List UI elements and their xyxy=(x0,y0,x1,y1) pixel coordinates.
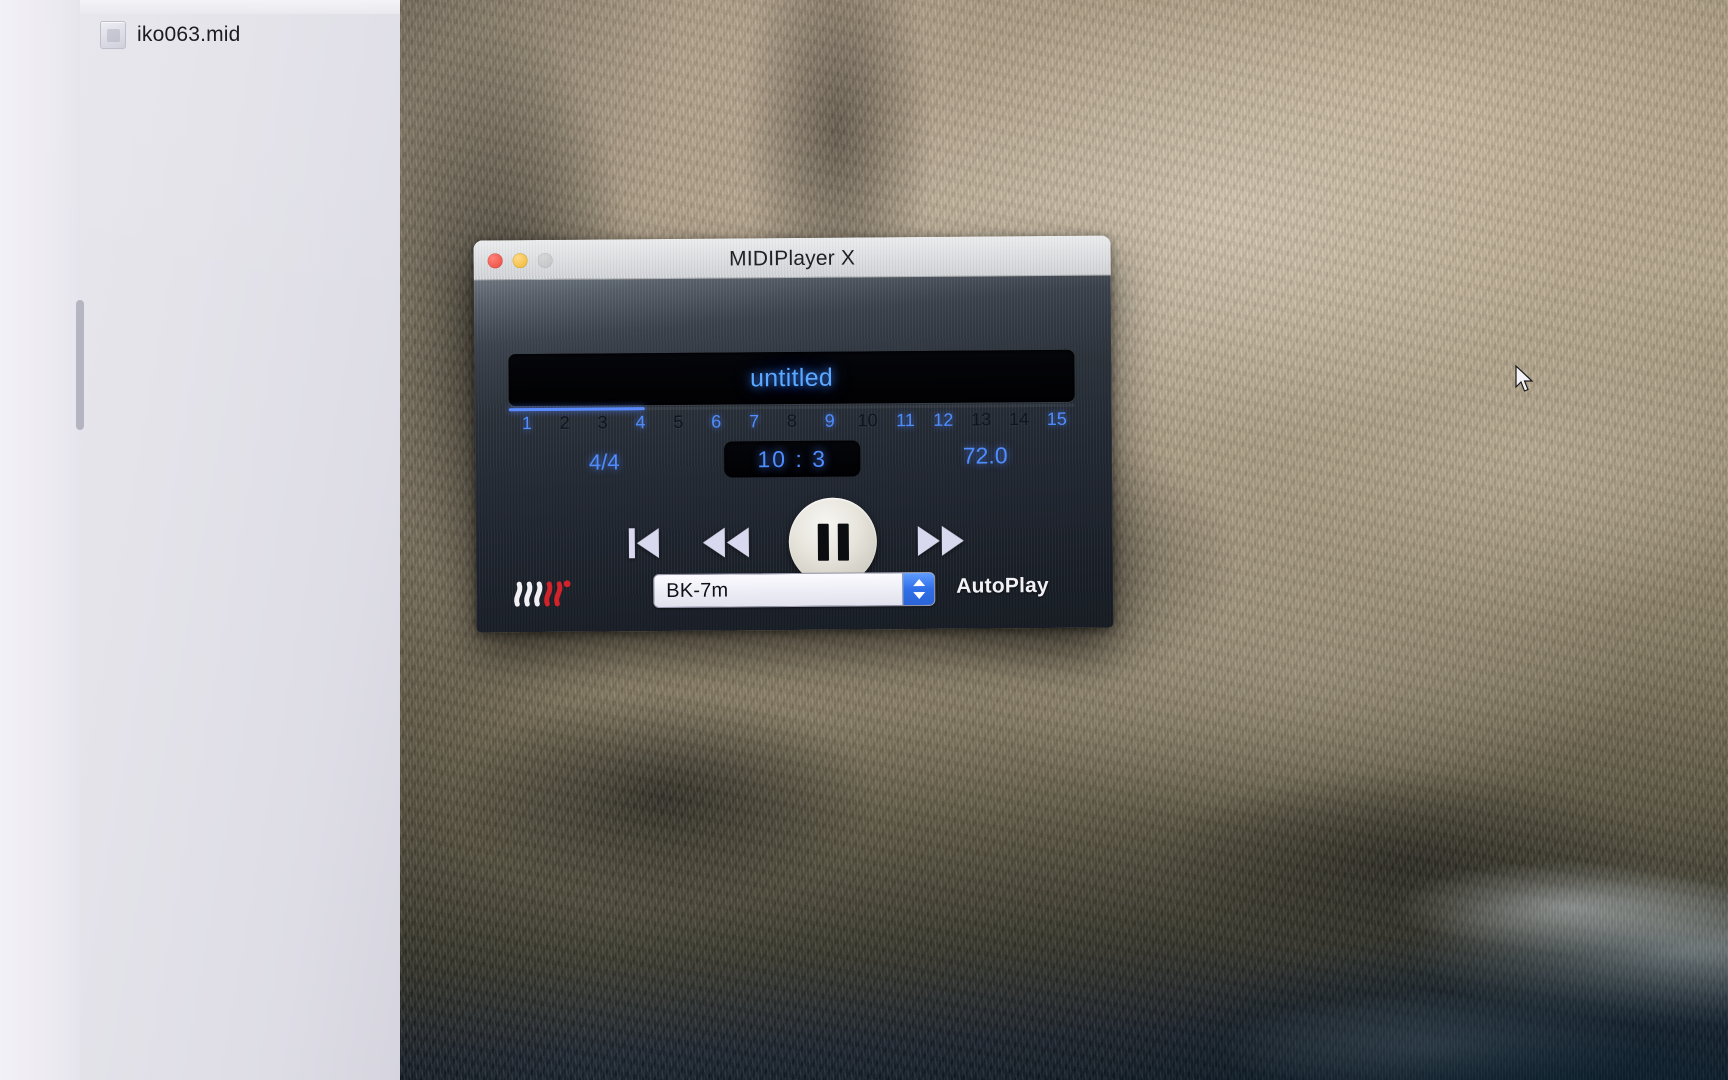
finder-sidebar xyxy=(0,0,80,1080)
measure-marker-13[interactable]: 13 xyxy=(964,409,998,430)
song-title-display[interactable]: untitled xyxy=(508,349,1075,407)
position-display[interactable]: 10 : 3 xyxy=(724,440,861,478)
measure-marker-7[interactable]: 7 xyxy=(737,411,771,432)
midiplayer-window[interactable]: MIDIPlayer X untitled 1 2 3 4 5 6 7 8 9 10 11 12 13 1… xyxy=(473,235,1114,633)
progress-fill xyxy=(508,407,645,412)
midiplayer-body: untitled 1 2 3 4 5 6 7 8 9 10 11 12 13 14 15 4/4 10 : … xyxy=(473,275,1114,633)
midiplayer-brand-logo-icon xyxy=(512,576,572,610)
file-name-label: iko063.mid xyxy=(137,23,241,46)
measure-marker-10[interactable]: 10 xyxy=(851,410,885,431)
measure-marker-1[interactable]: 1 xyxy=(510,413,544,434)
position-text: 10 : 3 xyxy=(757,445,828,472)
midiplayer-bottom-bar: BK-7m AutoPlay xyxy=(476,553,1114,632)
tempo-display: 72.0 xyxy=(962,442,1008,469)
measure-ruler[interactable]: 1 2 3 4 5 6 7 8 9 10 11 12 13 14 15 xyxy=(509,409,1075,443)
midi-file-icon xyxy=(100,21,126,49)
measure-marker-5[interactable]: 5 xyxy=(661,412,695,433)
time-signature-display: 4/4 xyxy=(588,449,620,475)
measure-marker-15[interactable]: 15 xyxy=(1040,409,1074,430)
song-title-text: untitled xyxy=(749,363,834,392)
measure-marker-6[interactable]: 6 xyxy=(699,411,733,432)
chevron-updown-icon[interactable] xyxy=(902,572,935,606)
window-title: MIDIPlayer X xyxy=(728,246,856,271)
measure-marker-9[interactable]: 9 xyxy=(813,411,847,432)
measure-marker-12[interactable]: 12 xyxy=(926,410,960,431)
autoplay-label[interactable]: AutoPlay xyxy=(956,574,1096,599)
measure-marker-8[interactable]: 8 xyxy=(775,411,809,432)
finder-window[interactable]: iko063.mid xyxy=(0,0,400,1080)
measure-marker-2[interactable]: 2 xyxy=(548,413,582,434)
mouse-pointer-icon xyxy=(1515,364,1537,400)
measure-marker-3[interactable]: 3 xyxy=(586,412,620,433)
list-item[interactable]: iko063.mid xyxy=(100,18,390,52)
window-titlebar[interactable]: MIDIPlayer X xyxy=(473,235,1111,281)
monitor-screen: iko063.mid MIDIPlayer X untitled 1234567… xyxy=(0,0,1728,1080)
measure-marker-11[interactable]: 11 xyxy=(888,410,922,431)
device-select[interactable]: BK-7m xyxy=(653,571,936,609)
device-select-value: BK-7m xyxy=(666,579,729,602)
measure-marker-4[interactable]: 4 xyxy=(623,412,657,433)
measure-marker-14[interactable]: 14 xyxy=(1002,409,1036,430)
finder-scrollbar[interactable] xyxy=(76,300,84,430)
